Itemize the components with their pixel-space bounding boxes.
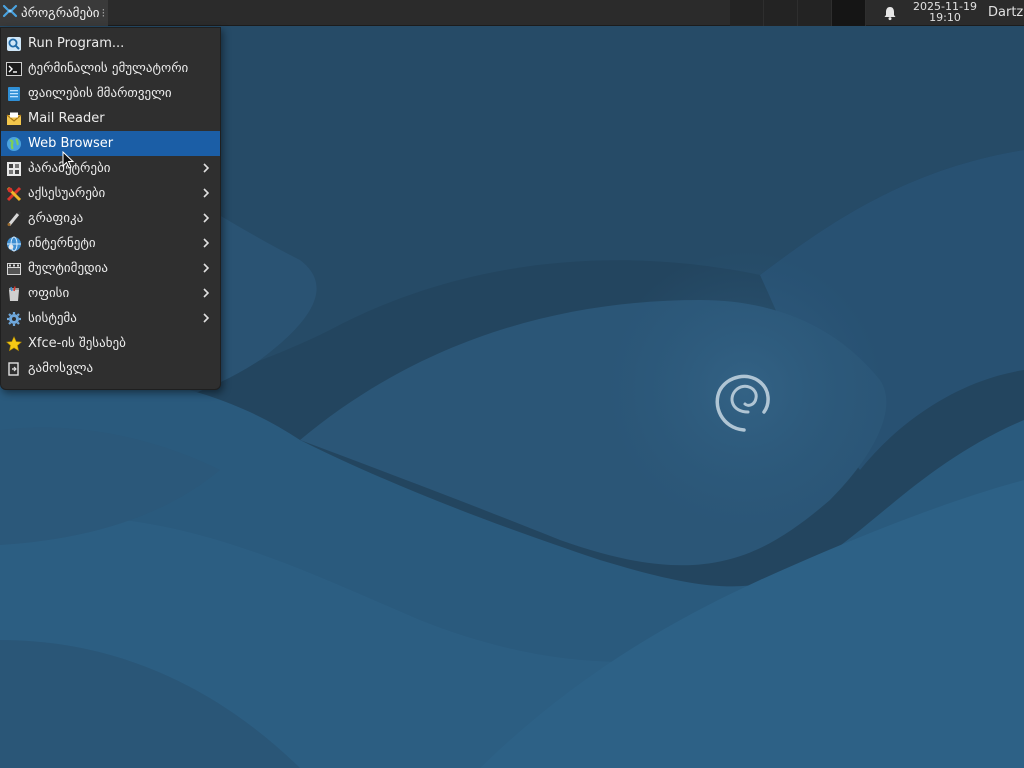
menu-item-run-program[interactable]: Run Program...	[1, 31, 220, 56]
menu-item-graphics[interactable]: გრაფიკა	[1, 206, 220, 231]
clock[interactable]: 2025-11-19 19:10	[908, 1, 982, 23]
menu-item-label: მულტიმედია	[28, 261, 109, 276]
menu-item-system[interactable]: სისტემა	[1, 306, 220, 331]
menu-item-mail-reader[interactable]: Mail Reader	[1, 106, 220, 131]
chevron-right-icon	[201, 310, 211, 326]
menu-item-terminal[interactable]: ტერმინალის ემულატორი	[1, 56, 220, 81]
applications-menu-button[interactable]: პროგრამები ⁝	[0, 0, 109, 26]
user-menu[interactable]: Dartz	[988, 5, 1023, 20]
workspace-4[interactable]	[832, 0, 866, 26]
menu-item-label: ფაილების მმართველი	[28, 86, 172, 101]
accessories-icon	[6, 186, 22, 202]
chevron-right-icon	[201, 210, 211, 226]
menu-item-label: ოფისი	[28, 286, 70, 301]
chevron-right-icon	[201, 160, 211, 176]
workspace-2[interactable]	[764, 0, 798, 26]
settings-icon	[6, 161, 22, 177]
chevron-right-icon	[201, 285, 211, 301]
menu-item-settings[interactable]: პარამეტრები	[1, 156, 220, 181]
terminal-icon	[6, 61, 22, 77]
menu-item-label: ინტერნეტი	[28, 236, 96, 251]
web-browser-icon	[6, 136, 22, 152]
menu-item-label: აქსესუარები	[28, 186, 106, 201]
clock-time: 19:10	[929, 11, 961, 24]
menu-item-label: გამოსვლა	[28, 361, 94, 376]
workspace-3[interactable]	[798, 0, 832, 26]
menu-item-internet[interactable]: ინტერნეტი	[1, 231, 220, 256]
menu-item-multimedia[interactable]: მულტიმედია	[1, 256, 220, 281]
chevron-right-icon	[201, 185, 211, 201]
menu-item-label: Mail Reader	[28, 111, 105, 126]
notification-bell-icon[interactable]	[882, 5, 898, 21]
internet-icon	[6, 236, 22, 252]
menu-item-file-manager[interactable]: ფაილების მმართველი	[1, 81, 220, 106]
run-program-icon	[6, 36, 22, 52]
chevron-right-icon	[201, 260, 211, 276]
mail-icon	[6, 111, 22, 127]
menu-item-web-browser[interactable]: Web Browser	[1, 131, 220, 156]
workspace-switcher	[730, 0, 866, 26]
panel-grip-handle[interactable]: ⁝	[102, 6, 106, 20]
menu-item-label: Run Program...	[28, 36, 125, 51]
system-icon	[6, 311, 22, 327]
menu-item-accessories[interactable]: აქსესუარები	[1, 181, 220, 206]
menu-item-about-xfce[interactable]: Xfce-ის შესახებ	[1, 331, 220, 356]
menu-item-label: ტერმინალის ემულატორი	[28, 61, 189, 76]
mouse-pointer-icon	[62, 150, 76, 171]
menu-item-label: Xfce-ის შესახებ	[28, 336, 126, 351]
graphics-icon	[6, 210, 22, 227]
applications-menu-label: პროგრამები	[21, 5, 100, 21]
menu-item-label: Web Browser	[28, 136, 114, 151]
menu-item-office[interactable]: ოფისი	[1, 281, 220, 306]
applications-menu: Run Program... ტერმინალის ემულატორი ფაილ…	[0, 27, 221, 390]
chevron-right-icon	[201, 235, 211, 251]
file-manager-icon	[6, 86, 22, 102]
multimedia-icon	[6, 261, 22, 277]
menu-item-label: გრაფიკა	[28, 211, 84, 226]
workspace-1[interactable]	[730, 0, 764, 26]
menu-item-label: სისტემა	[28, 311, 77, 326]
top-panel: პროგრამები ⁝ 2025-11-19 19:10 Dartz	[0, 0, 1024, 26]
office-icon	[6, 285, 22, 302]
log-out-icon	[6, 361, 22, 377]
about-xfce-icon	[6, 335, 22, 352]
xfce-logo-icon	[2, 3, 18, 23]
menu-item-log-out[interactable]: გამოსვლა	[1, 356, 220, 381]
